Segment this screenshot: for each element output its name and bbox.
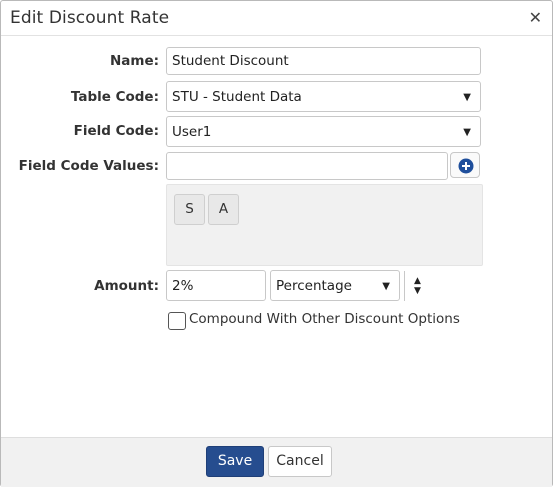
compound-checkbox[interactable]: [168, 312, 186, 330]
amount-label: Amount:: [94, 278, 159, 294]
save-button[interactable]: Save: [206, 446, 264, 477]
plus-circle-icon: [458, 158, 474, 174]
arrow-down-icon[interactable]: ▼: [414, 286, 421, 296]
dialog-header: Edit Discount Rate ✕: [1, 1, 552, 36]
table-code-select[interactable]: STU - Student Data ▼: [166, 81, 481, 112]
amount-value: 2%: [172, 278, 194, 294]
field-code-values-input[interactable]: [166, 152, 448, 180]
chevron-down-icon: ▼: [382, 281, 390, 292]
cancel-button[interactable]: Cancel: [268, 446, 332, 477]
field-code-value: User1: [172, 124, 212, 140]
field-code-label: Field Code:: [73, 123, 159, 139]
amount-type-select[interactable]: Percentage ▼: [270, 270, 400, 301]
value-chip[interactable]: A: [208, 194, 239, 225]
amount-input[interactable]: 2% ▲ ▼: [166, 270, 421, 301]
add-value-button[interactable]: [450, 152, 480, 178]
dialog-title: Edit Discount Rate: [10, 8, 170, 28]
chevron-down-icon: ▼: [463, 92, 471, 103]
edit-discount-rate-dialog: Edit Discount Rate ✕ Name: Table Code: S…: [0, 0, 553, 487]
table-code-label: Table Code:: [70, 89, 159, 105]
compound-checkbox-label[interactable]: Compound With Other Discount Options: [189, 311, 460, 327]
table-code-value: STU - Student Data: [172, 89, 302, 105]
name-label: Name:: [109, 53, 159, 69]
name-input[interactable]: [166, 47, 481, 75]
field-code-values-list: S A: [166, 184, 483, 266]
dialog-footer: Save Cancel: [1, 437, 552, 487]
field-code-select[interactable]: User1 ▼: [166, 116, 481, 147]
close-icon[interactable]: ✕: [529, 8, 542, 28]
value-chip[interactable]: S: [174, 194, 205, 225]
amount-type-value: Percentage: [276, 278, 352, 294]
amount-stepper[interactable]: ▲ ▼: [404, 271, 432, 301]
chevron-down-icon: ▼: [463, 127, 471, 138]
field-code-values-label: Field Code Values:: [18, 158, 159, 174]
arrow-up-icon[interactable]: ▲: [414, 276, 421, 286]
